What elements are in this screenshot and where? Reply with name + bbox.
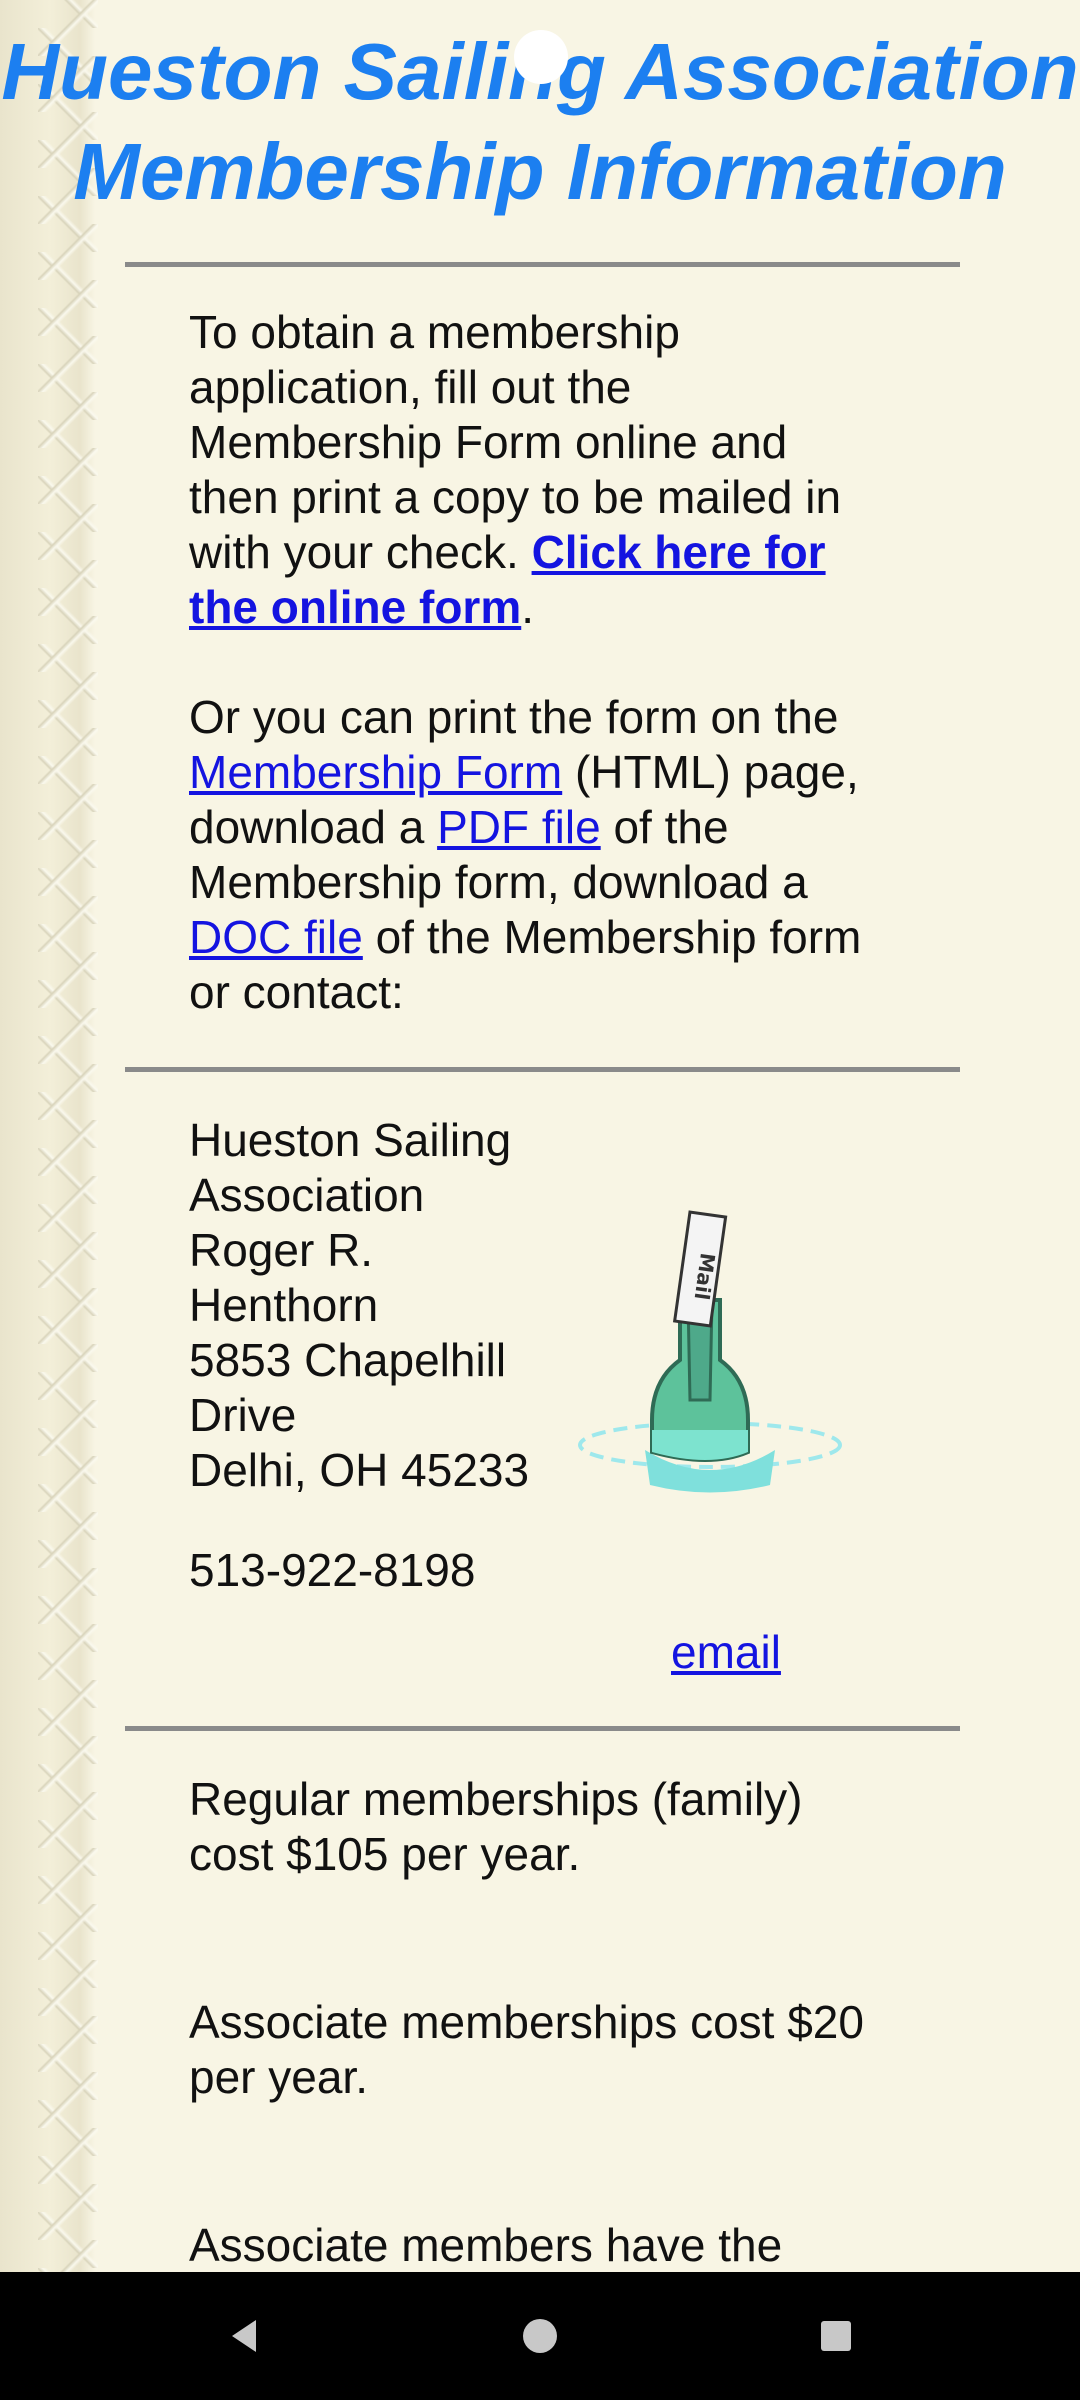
alternatives-paragraph: Or you can print the form on the Members…	[189, 691, 862, 1018]
divider	[125, 1726, 960, 1731]
recents-square-icon[interactable]	[812, 2312, 860, 2360]
address-line: Roger R.	[189, 1224, 374, 1276]
divider	[125, 262, 960, 267]
address-line: Drive	[189, 1389, 297, 1441]
title-line-2: Membership Information	[73, 127, 1007, 216]
system-navigation-bar	[0, 2272, 1080, 2400]
message-in-bottle-image: Mail	[570, 1200, 850, 1500]
pdf-file-link[interactable]: PDF file	[437, 801, 601, 853]
address-line: 5853 Chapelhill	[189, 1334, 507, 1386]
contact-address: Hueston Sailing Association Roger R. Hen…	[189, 1113, 569, 1498]
membership-form-link[interactable]: Membership Form	[189, 746, 562, 798]
contact-phone: 513-922-8198	[189, 1544, 476, 1596]
associate-fee-text: Associate memberships cost $20 per year.	[189, 1996, 864, 2103]
address-line: Henthorn	[189, 1279, 379, 1331]
divider	[125, 1067, 960, 1072]
camera-cutout	[514, 30, 568, 84]
associate-rights-text: Associate members have the	[189, 2219, 783, 2271]
address-line: Association	[189, 1169, 425, 1221]
back-triangle-icon[interactable]	[222, 2312, 270, 2360]
address-line: Delhi, OH 45233	[189, 1444, 530, 1496]
intro-paragraph: To obtain a membership application, fill…	[189, 306, 842, 633]
home-circle-icon[interactable]	[516, 2312, 564, 2360]
address-line: Hueston Sailing	[189, 1114, 512, 1166]
regular-fee-text: Regular memberships (family) cost $105 p…	[189, 1773, 803, 1880]
doc-file-link[interactable]: DOC file	[189, 911, 363, 963]
web-page: Hueston Sailing Association Membership I…	[0, 0, 1080, 2272]
email-link[interactable]: email	[671, 1625, 781, 1680]
